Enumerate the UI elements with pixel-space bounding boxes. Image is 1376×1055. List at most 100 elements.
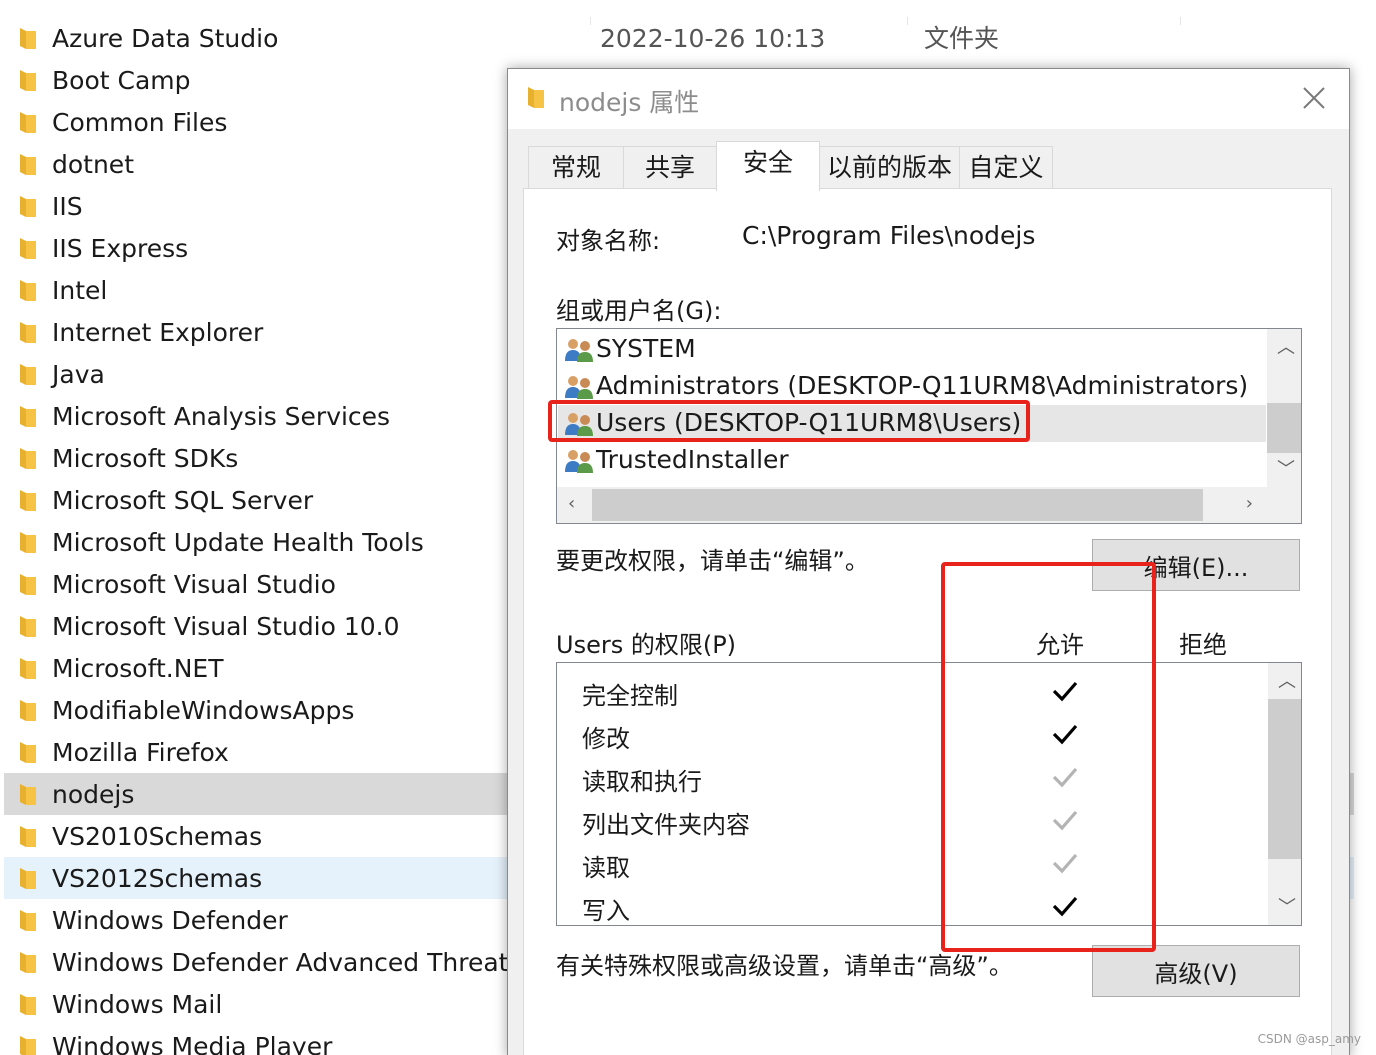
file-name: ModifiableWindowsApps xyxy=(52,696,355,725)
column-divider xyxy=(590,17,591,25)
tab-general[interactable]: 常规 xyxy=(528,146,624,190)
file-name: IIS xyxy=(52,192,83,221)
file-name: Intel xyxy=(52,276,108,305)
folder-icon xyxy=(20,742,36,763)
tab-previous-versions[interactable]: 以前的版本 xyxy=(819,146,960,190)
file-row[interactable]: Microsoft SDKs xyxy=(4,437,509,479)
folder-icon xyxy=(20,826,36,847)
permission-row: 列出文件夹内容 xyxy=(557,799,1267,842)
file-row[interactable]: Java xyxy=(4,353,509,395)
file-row[interactable]: VS2010Schemas xyxy=(4,815,509,857)
scroll-up-icon[interactable]: ︿ xyxy=(1278,673,1296,691)
scroll-thumb[interactable] xyxy=(592,489,1203,521)
file-name: Internet Explorer xyxy=(52,318,264,347)
file-row[interactable]: Windows Mail xyxy=(4,983,509,1025)
file-name: Azure Data Studio xyxy=(52,24,279,53)
file-name: dotnet xyxy=(52,150,134,179)
user-list-hscrollbar[interactable]: ‹ › xyxy=(557,487,1301,523)
user-name: Administrators (DESKTOP-Q11URM8\Administ… xyxy=(596,371,1249,400)
permission-name: 写入 xyxy=(582,897,630,925)
file-row[interactable]: Mozilla Firefox xyxy=(4,731,509,773)
file-row[interactable]: Microsoft Update Health Tools xyxy=(4,521,509,563)
user-list-item[interactable]: TrustedInstaller xyxy=(558,442,1266,479)
folder-icon xyxy=(20,994,36,1015)
scroll-down-icon[interactable]: ﹀ xyxy=(1277,461,1295,479)
permission-row: 写入 xyxy=(557,885,1267,925)
folder-icon xyxy=(20,238,36,259)
file-row[interactable]: Windows Media Player xyxy=(4,1025,509,1055)
file-row[interactable]: Internet Explorer xyxy=(4,311,509,353)
file-name: Common Files xyxy=(52,108,228,137)
deny-header: 拒绝 xyxy=(1179,631,1227,659)
folder-icon xyxy=(20,112,36,133)
permission-label: Users 的权限(P) xyxy=(556,631,737,659)
advanced-button[interactable]: 高级(V) xyxy=(1092,945,1300,997)
tab-customize[interactable]: 自定义 xyxy=(959,146,1053,190)
folder-icon xyxy=(20,574,36,595)
file-row[interactable]: ModifiableWindowsApps xyxy=(4,689,509,731)
tab-sharing[interactable]: 共享 xyxy=(623,146,717,190)
folder-icon xyxy=(20,784,36,805)
file-row[interactable]: Azure Data Studio xyxy=(4,17,509,59)
deny-check-icon xyxy=(1197,762,1227,792)
scroll-up-icon[interactable]: ︿ xyxy=(1277,339,1295,357)
file-name: Windows Defender Advanced Threat Pro xyxy=(52,948,557,977)
permission-row: 修改 xyxy=(557,713,1267,756)
folder-icon xyxy=(20,28,36,49)
file-row[interactable]: Windows Defender xyxy=(4,899,509,941)
file-row[interactable]: dotnet xyxy=(4,143,509,185)
folder-icon xyxy=(20,196,36,217)
scroll-right-icon[interactable]: › xyxy=(1246,495,1253,513)
file-row[interactable]: Intel xyxy=(4,269,509,311)
permission-vscrollbar[interactable]: ︿ ﹀ xyxy=(1268,663,1301,925)
user-group-icon xyxy=(565,376,593,399)
deny-check-icon xyxy=(1197,676,1227,706)
file-row[interactable]: Microsoft Visual Studio xyxy=(4,563,509,605)
scroll-down-icon[interactable]: ﹀ xyxy=(1278,899,1296,917)
folder-icon xyxy=(20,406,36,427)
file-name: Windows Mail xyxy=(52,990,223,1019)
scroll-left-icon[interactable]: ‹ xyxy=(568,495,575,513)
permission-name: 列出文件夹内容 xyxy=(582,811,750,839)
folder-icon xyxy=(20,952,36,973)
file-name: Microsoft.NET xyxy=(52,654,224,683)
file-row[interactable]: IIS xyxy=(4,185,509,227)
deny-check-icon xyxy=(1197,805,1227,835)
file-name: VS2010Schemas xyxy=(52,822,263,851)
file-row[interactable]: Microsoft Analysis Services xyxy=(4,395,509,437)
file-row[interactable]: Microsoft SQL Server xyxy=(4,479,509,521)
scroll-thumb[interactable] xyxy=(1267,403,1301,453)
file-row[interactable]: Common Files xyxy=(4,101,509,143)
tab-security[interactable]: 安全 xyxy=(716,141,820,191)
user-list-item[interactable]: SYSTEM xyxy=(558,331,1266,368)
close-button[interactable] xyxy=(1297,81,1331,115)
permission-row: 完全控制 xyxy=(557,670,1267,713)
file-name: Microsoft SQL Server xyxy=(52,486,314,515)
properties-dialog: nodejs 属性 常规 共享 安全 以前的版本 自定义 对象名称: C:\Pr… xyxy=(507,68,1350,1055)
user-group-icon xyxy=(565,339,593,362)
file-name: nodejs xyxy=(52,780,135,809)
user-list-vscrollbar[interactable]: ︿ ﹀ xyxy=(1267,329,1301,487)
permission-name: 修改 xyxy=(582,725,630,753)
dialog-titlebar[interactable]: nodejs 属性 xyxy=(508,69,1349,129)
object-name-value: C:\Program Files\nodejs xyxy=(742,221,1036,250)
file-row[interactable]: Microsoft Visual Studio 10.0 xyxy=(4,605,509,647)
file-name: Microsoft Visual Studio 10.0 xyxy=(52,612,400,641)
scroll-thumb[interactable] xyxy=(1268,699,1301,859)
file-name: VS2012Schemas xyxy=(52,864,263,893)
file-row[interactable]: IIS Express xyxy=(4,227,509,269)
file-row[interactable]: Boot Camp xyxy=(4,59,509,101)
file-name: Microsoft Visual Studio xyxy=(52,570,336,599)
folder-icon xyxy=(20,868,36,889)
file-name: Microsoft Analysis Services xyxy=(52,402,391,431)
file-row[interactable]: Microsoft.NET xyxy=(4,647,509,689)
user-name: TrustedInstaller xyxy=(596,445,789,474)
deny-check-icon xyxy=(1197,719,1227,749)
file-name: Windows Media Player xyxy=(52,1032,333,1055)
close-icon xyxy=(1303,87,1325,109)
folder-icon xyxy=(20,280,36,301)
folder-icon xyxy=(20,448,36,469)
permission-name: 完全控制 xyxy=(582,682,678,710)
file-name: Boot Camp xyxy=(52,66,191,95)
file-row[interactable]: Windows Defender Advanced Threat Pro xyxy=(4,941,556,983)
